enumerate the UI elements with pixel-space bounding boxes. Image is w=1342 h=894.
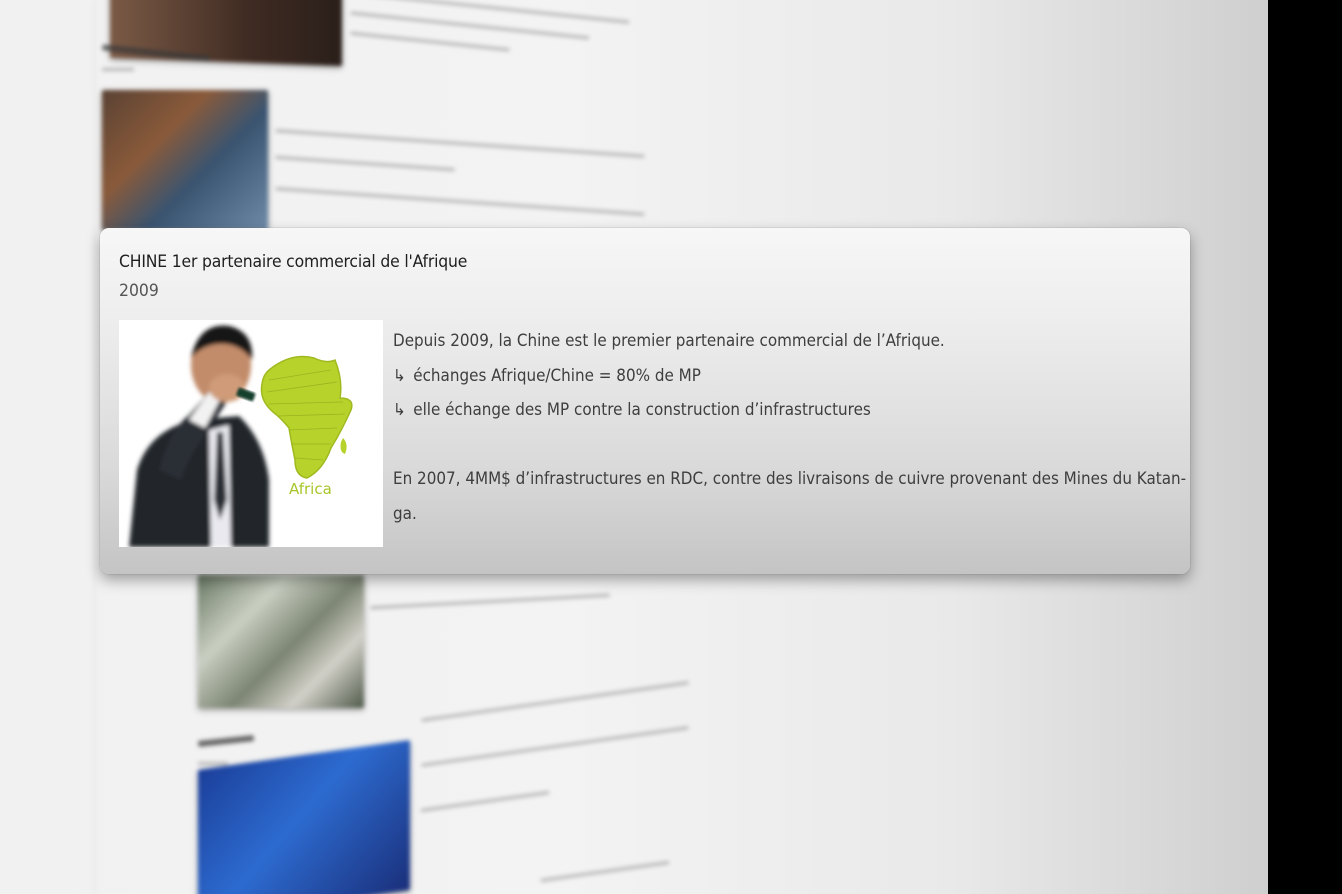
background-text-line — [421, 681, 689, 722]
background-text-line — [420, 790, 550, 813]
screen-edge — [1268, 0, 1342, 894]
background-text-line — [275, 155, 455, 172]
background-text-line — [370, 593, 610, 610]
card-title: CHINE 1er partenaire commercial de l'Afr… — [119, 252, 468, 272]
card-text-line-2: ↳ échanges Afrique/Chine = 80% de MP — [393, 359, 1171, 394]
card-text-line-1: Depuis 2009, la Chine est le premier par… — [393, 331, 945, 350]
background-text-line — [350, 0, 630, 24]
background-subheading — [198, 762, 228, 765]
card-text-line-4: En 2007, 4MM$ d’infrastructures en RDC, … — [393, 469, 1187, 488]
timeline-card[interactable]: CHINE 1er partenaire commercial de l'Afr… — [100, 228, 1190, 574]
background-text-line — [275, 187, 645, 216]
screen: CHINE 1er partenaire commercial de l'Afr… — [0, 0, 1342, 894]
background-thumbnail-boat — [102, 90, 268, 230]
background-text-line — [275, 129, 645, 158]
card-text-line-3-content: elle échange des MP contre la constructi… — [413, 400, 871, 419]
background-text-line — [540, 860, 670, 883]
background-thumbnail-factory — [198, 575, 364, 708]
background-margin-line — [94, 0, 95, 894]
africa-label: Africa — [289, 480, 332, 498]
card-body: Depuis 2009, la Chine est le premier par… — [393, 324, 1187, 531]
card-text-line-2-content: échanges Afrique/Chine = 80% de MP — [413, 365, 701, 385]
card-text-line-3: ↳ elle échange des MP contre la construct… — [393, 393, 1171, 428]
card-image: Africa — [119, 320, 383, 547]
background-thumbnail-africa-map — [198, 740, 410, 894]
background-text-line — [350, 31, 510, 52]
background-heading — [197, 735, 255, 747]
background-thumbnail-top — [110, 0, 342, 67]
return-arrow-icon: ↳ — [393, 365, 406, 385]
card-year: 2009 — [119, 281, 159, 301]
businessman-drawing-africa-illustration: Africa — [119, 320, 383, 547]
return-arrow-icon: ↳ — [393, 400, 406, 419]
card-text-line-5: ga. — [393, 503, 417, 523]
card-text-spacer — [393, 428, 1171, 463]
background-text-line — [421, 726, 689, 767]
background-subheading — [102, 68, 134, 71]
